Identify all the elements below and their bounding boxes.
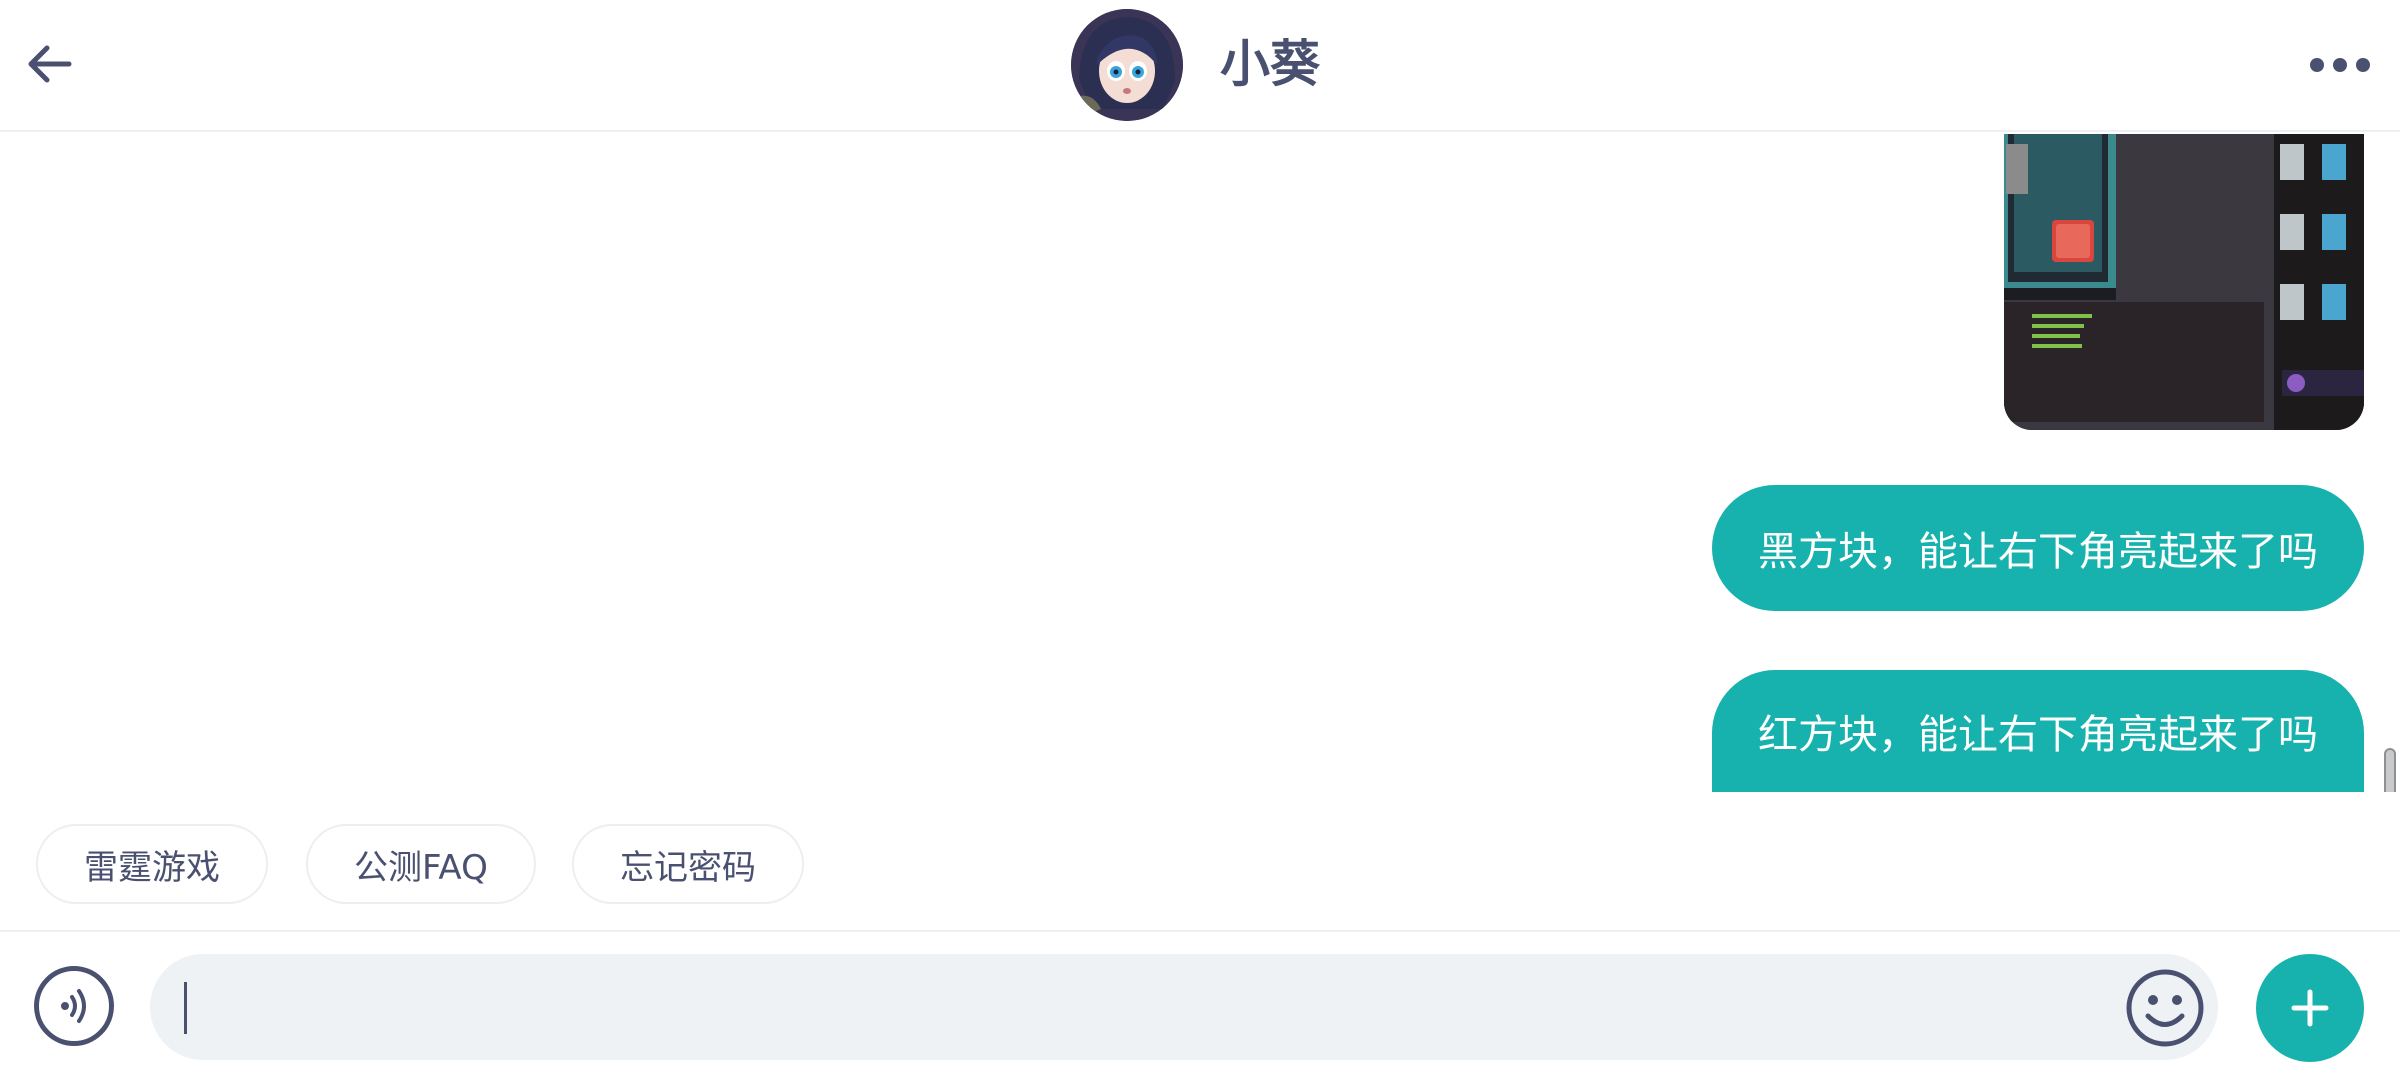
game-screenshot-image: [2004, 134, 2364, 430]
avatar[interactable]: [1071, 9, 1183, 121]
avatar-illustration: [1071, 9, 1183, 121]
voice-icon: [61, 989, 86, 1023]
composer: [0, 934, 2400, 1080]
chat-title: 小葵: [1220, 35, 1320, 93]
chat-header: 小葵: [0, 0, 2400, 132]
emoji-icon: [2126, 969, 2204, 1047]
emoji-button[interactable]: [2124, 967, 2206, 1049]
plus-icon: [2291, 989, 2329, 1027]
quick-reply-bar: 雷霆游戏 公测FAQ 忘记密码: [0, 792, 2400, 932]
image-message[interactable]: [2004, 134, 2364, 430]
voice-button[interactable]: [34, 966, 114, 1046]
more-button[interactable]: [2300, 40, 2380, 90]
message-list[interactable]: 黑方块，能让右下角亮起来了吗 红方块，能让右下角亮起来了吗: [0, 134, 2400, 792]
text-cursor: [184, 982, 187, 1034]
back-button[interactable]: [22, 36, 78, 92]
more-horizontal-icon: [2310, 58, 2370, 72]
message-input[interactable]: [150, 954, 2218, 1060]
message-bubble[interactable]: 红方块，能让右下角亮起来了吗: [1712, 670, 2364, 792]
quick-reply-chip[interactable]: 雷霆游戏: [36, 824, 268, 904]
arrow-left-icon: [28, 45, 72, 83]
scrollbar-thumb[interactable]: [2384, 748, 2396, 792]
quick-reply-chip[interactable]: 忘记密码: [572, 824, 804, 904]
quick-reply-chip[interactable]: 公测FAQ: [306, 824, 536, 904]
message-text: 红方块，能让右下角亮起来了吗: [1758, 712, 2318, 758]
message-text: 黑方块，能让右下角亮起来了吗: [1758, 529, 2318, 575]
plus-button[interactable]: [2256, 954, 2364, 1062]
message-bubble[interactable]: 黑方块，能让右下角亮起来了吗: [1712, 485, 2364, 611]
